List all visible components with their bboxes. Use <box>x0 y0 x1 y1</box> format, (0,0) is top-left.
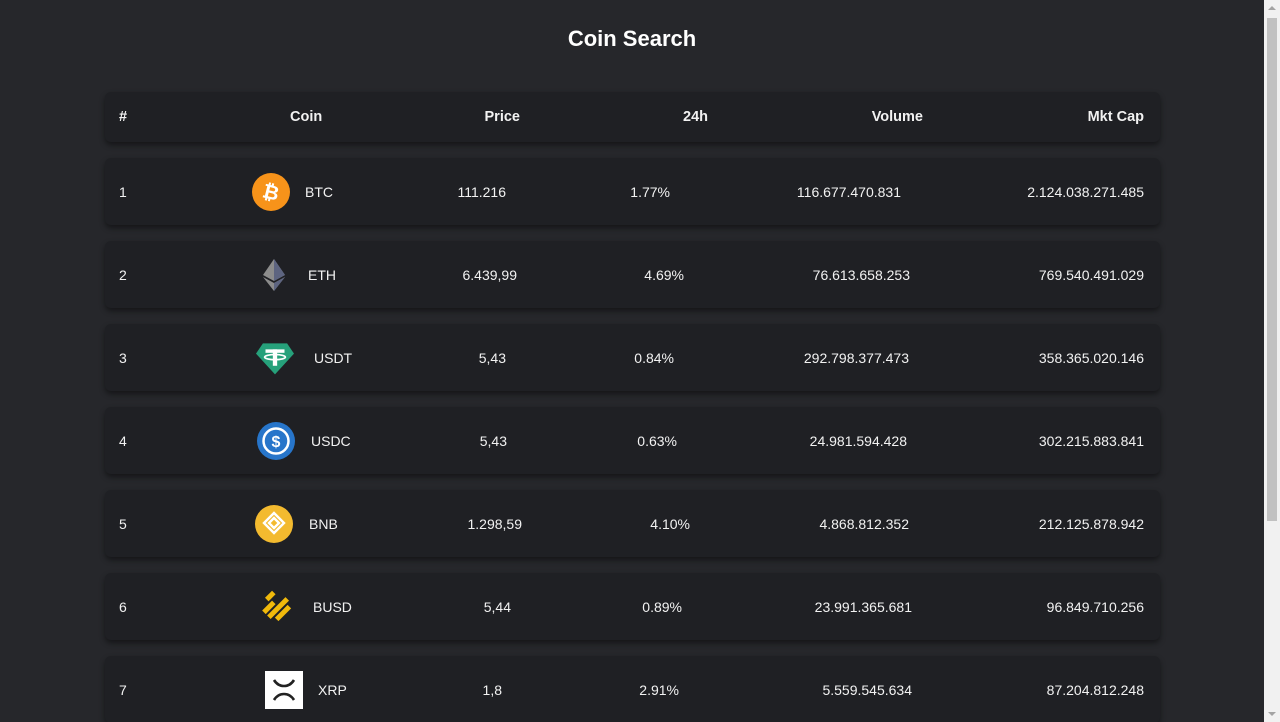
page-title: Coin Search <box>567 26 697 51</box>
coin-market-cap: 769.540.491.029 <box>1038 266 1144 283</box>
table-row[interactable]: 5 BNB 1.298,59 4.10% 4.868.812.352 212.125.87… <box>105 490 1160 557</box>
row-rank: 7 <box>119 681 127 698</box>
coin-market-cap: 2.124.038.271.485 <box>1027 183 1144 200</box>
header-rank: # <box>119 109 128 125</box>
coin-volume: 292.798.377.473 <box>803 349 909 366</box>
coin-change-24h: 4.10% <box>650 515 690 532</box>
coin-change-24h: 2.91% <box>639 681 679 698</box>
coin-symbol: BUSD <box>313 598 352 615</box>
coin-volume: 4.868.812.352 <box>819 515 909 532</box>
table-row[interactable]: 2 ETH 6.439,99 4.69% 76.613.658.253 769.540.4… <box>105 241 1160 308</box>
coin-symbol: BTC <box>305 183 333 200</box>
coin-volume: 24.981.594.428 <box>809 432 907 449</box>
row-rank: 3 <box>119 349 127 366</box>
table-header: # Coin Price 24h Volume Mkt Cap <box>105 92 1160 142</box>
scroll-down-icon[interactable] <box>1264 706 1280 722</box>
usdc-icon: $ <box>257 421 295 460</box>
coin-symbol: USDT <box>314 349 353 366</box>
coin-market-cap: 302.215.883.841 <box>1038 432 1144 449</box>
row-rank: 2 <box>119 266 127 283</box>
ethereum-icon <box>255 256 293 294</box>
coin-symbol: USDC <box>311 432 351 449</box>
page: Coin Search # Coin Price 24h Volume Mkt … <box>0 0 1264 722</box>
bitcoin-icon: ₿ <box>252 172 290 211</box>
row-rank: 5 <box>119 515 127 532</box>
coin-price: 5,43 <box>479 432 507 449</box>
coin-price: 111.216 <box>457 183 506 200</box>
coin-price: 1.298,59 <box>467 515 523 532</box>
coin-change-24h: 0.63% <box>637 432 677 449</box>
coin-market-cap: 358.365.020.146 <box>1038 349 1144 366</box>
coin-symbol: BNB <box>309 515 338 532</box>
scroll-up-icon[interactable] <box>1264 0 1280 16</box>
tether-icon <box>256 339 294 377</box>
coin-change-24h: 1.77% <box>630 183 670 200</box>
header-coin: Coin <box>290 109 323 125</box>
coin-change-24h: 4.69% <box>644 266 684 283</box>
header-mktcap: Mkt Cap <box>1087 109 1144 125</box>
row-rank: 1 <box>119 183 127 200</box>
coin-symbol: ETH <box>308 266 336 283</box>
bnb-icon <box>255 504 293 543</box>
coin-volume: 116.677.470.831 <box>796 183 901 200</box>
table-row[interactable]: 6 BUSD 5,44 0.89% 23.991.365.681 96.849.710.2… <box>105 573 1160 640</box>
coin-market-cap: 212.125.878.942 <box>1038 515 1144 532</box>
table-row[interactable]: 7 XRP 1,8 2.91% 5.559.545.634 87.204.812.248 <box>105 656 1160 722</box>
coin-symbol: XRP <box>318 681 347 698</box>
coin-market-cap: 96.849.710.256 <box>1046 598 1144 615</box>
coin-price: 6.439,99 <box>462 266 518 283</box>
coin-change-24h: 0.84% <box>634 349 674 366</box>
table-row[interactable]: 1 ₿ BTC 111.216 1.77% 116.677.470.831 2.124.03… <box>105 158 1160 225</box>
coin-price: 5,43 <box>478 349 506 366</box>
coin-volume: 23.991.365.681 <box>814 598 912 615</box>
svg-text:$: $ <box>272 434 281 451</box>
row-rank: 4 <box>119 432 127 449</box>
busd-icon <box>258 588 296 626</box>
coin-price: 5,44 <box>483 598 511 615</box>
header-volume: Volume <box>871 109 923 125</box>
coin-volume: 76.613.658.253 <box>812 266 910 283</box>
coin-change-24h: 0.89% <box>642 598 682 615</box>
coin-market-cap: 87.204.812.248 <box>1046 681 1144 698</box>
row-rank: 6 <box>119 598 127 615</box>
scrollbar[interactable] <box>1264 0 1280 722</box>
coin-price: 1,8 <box>482 681 502 698</box>
header-24h: 24h <box>683 109 708 125</box>
coin-volume: 5.559.545.634 <box>822 681 912 698</box>
xrp-icon <box>265 670 303 709</box>
table-row[interactable]: 3 USDT 5,43 0.84% 292.798.377.473 358.365.020… <box>105 324 1160 391</box>
header-price: Price <box>484 109 520 125</box>
table-row[interactable]: 4 $ USDC 5,43 0.63% 24.981.594.428 302.215.883… <box>105 407 1160 474</box>
scrollbar-thumb[interactable] <box>1267 18 1277 521</box>
